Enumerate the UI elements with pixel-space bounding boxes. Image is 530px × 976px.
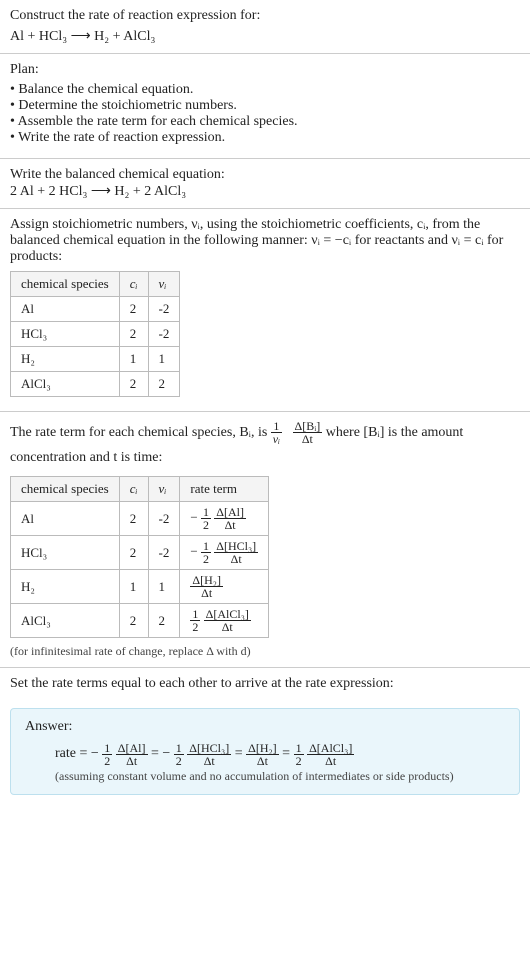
col-c: cᵢ [119, 272, 148, 297]
setequal-text: Set the rate terms equal to each other t… [10, 676, 520, 692]
table-header-row: chemical species cᵢ νᵢ [11, 272, 180, 297]
cell-nu: 1 [148, 570, 180, 604]
cell-nu: 1 [148, 347, 180, 372]
cell-species: Al [11, 502, 120, 536]
rateterm-section: The rate term for each chemical species,… [0, 412, 530, 668]
cell-species: HCl₃ [11, 322, 120, 347]
cell-c: 1 [119, 347, 148, 372]
rateterm-frac-outer: 1 νᵢ [271, 420, 282, 445]
plan-list: Balance the chemical equation. Determine… [10, 82, 520, 146]
plan-title: Plan: [10, 62, 520, 78]
answer-label: Answer: [25, 719, 505, 735]
table-header-row: chemical species cᵢ νᵢ rate term [11, 477, 269, 502]
cell-species: AlCl₃ [11, 372, 120, 397]
table-row: Al 2 -2 [11, 297, 180, 322]
cell-nu: -2 [148, 536, 180, 570]
plan-item: Balance the chemical equation. [10, 82, 520, 98]
col-rateterm: rate term [180, 477, 269, 502]
plan-section: Plan: Balance the chemical equation. Det… [0, 54, 530, 159]
setequal-section: Set the rate terms equal to each other t… [0, 668, 530, 700]
cell-c: 2 [119, 372, 148, 397]
table-row: H₂ 1 1 [11, 347, 180, 372]
col-c: cᵢ [119, 477, 148, 502]
cell-species: H₂ [11, 570, 120, 604]
cell-species: AlCl₃ [11, 604, 120, 638]
balanced-title: Write the balanced chemical equation: [10, 167, 520, 183]
cell-rateterm: 12 Δ[AlCl₃]Δt [180, 604, 269, 638]
col-species: chemical species [11, 272, 120, 297]
answer-caption: (assuming constant volume and no accumul… [55, 769, 505, 784]
prompt-text: Construct the rate of reaction expressio… [10, 8, 520, 24]
rateterm-intro: The rate term for each chemical species,… [10, 420, 520, 470]
cell-c: 2 [119, 297, 148, 322]
cell-rateterm: Δ[H₂]Δt [180, 570, 269, 604]
table-row: Al2-2− 12 Δ[Al]Δt [11, 502, 269, 536]
table-row: HCl₃ 2 -2 [11, 322, 180, 347]
cell-species: H₂ [11, 347, 120, 372]
cell-c: 2 [119, 322, 148, 347]
cell-nu: 2 [148, 372, 180, 397]
table-row: H₂11Δ[H₂]Δt [11, 570, 269, 604]
cell-species: HCl₃ [11, 536, 120, 570]
table-row: HCl₃2-2− 12 Δ[HCl₃]Δt [11, 536, 269, 570]
cell-nu: -2 [148, 502, 180, 536]
balanced-equation: 2 Al + 2 HCl₃ ⟶ H₂ + 2 AlCl₃ [10, 183, 520, 200]
stoich-table: chemical species cᵢ νᵢ Al 2 -2 HCl₃ 2 -2… [10, 271, 180, 397]
rateterm-table: chemical species cᵢ νᵢ rate term Al2-2− … [10, 476, 269, 638]
answer-box: Answer: rate = − 12 Δ[Al]Δt = − 12 Δ[HCl… [10, 708, 520, 794]
balanced-section: Write the balanced chemical equation: 2 … [0, 159, 530, 209]
unbalanced-equation: Al + HCl₃ ⟶ H₂ + AlCl₃ [10, 28, 520, 45]
rateterm-frac-inner: Δ[Bᵢ] Δt [293, 420, 323, 445]
rateterm-caption: (for infinitesimal rate of change, repla… [10, 644, 520, 659]
cell-nu: 2 [148, 604, 180, 638]
rateterm-intro-a: The rate term for each chemical species,… [10, 425, 271, 440]
table-row: AlCl₃ 2 2 [11, 372, 180, 397]
col-nu: νᵢ [148, 477, 180, 502]
plan-item: Write the rate of reaction expression. [10, 130, 520, 146]
stoich-intro: Assign stoichiometric numbers, νᵢ, using… [10, 217, 520, 265]
cell-c: 1 [119, 570, 148, 604]
answer-expression: rate = − 12 Δ[Al]Δt = − 12 Δ[HCl₃]Δt = Δ… [55, 741, 505, 766]
cell-c: 2 [119, 536, 148, 570]
cell-c: 2 [119, 502, 148, 536]
cell-c: 2 [119, 604, 148, 638]
cell-rateterm: − 12 Δ[HCl₃]Δt [180, 536, 269, 570]
cell-rateterm: − 12 Δ[Al]Δt [180, 502, 269, 536]
plan-item: Determine the stoichiometric numbers. [10, 98, 520, 114]
table-row: AlCl₃2212 Δ[AlCl₃]Δt [11, 604, 269, 638]
cell-species: Al [11, 297, 120, 322]
cell-nu: -2 [148, 322, 180, 347]
stoich-section: Assign stoichiometric numbers, νᵢ, using… [0, 209, 530, 412]
col-nu: νᵢ [148, 272, 180, 297]
cell-nu: -2 [148, 297, 180, 322]
header-section: Construct the rate of reaction expressio… [0, 0, 530, 54]
col-species: chemical species [11, 477, 120, 502]
plan-item: Assemble the rate term for each chemical… [10, 114, 520, 130]
